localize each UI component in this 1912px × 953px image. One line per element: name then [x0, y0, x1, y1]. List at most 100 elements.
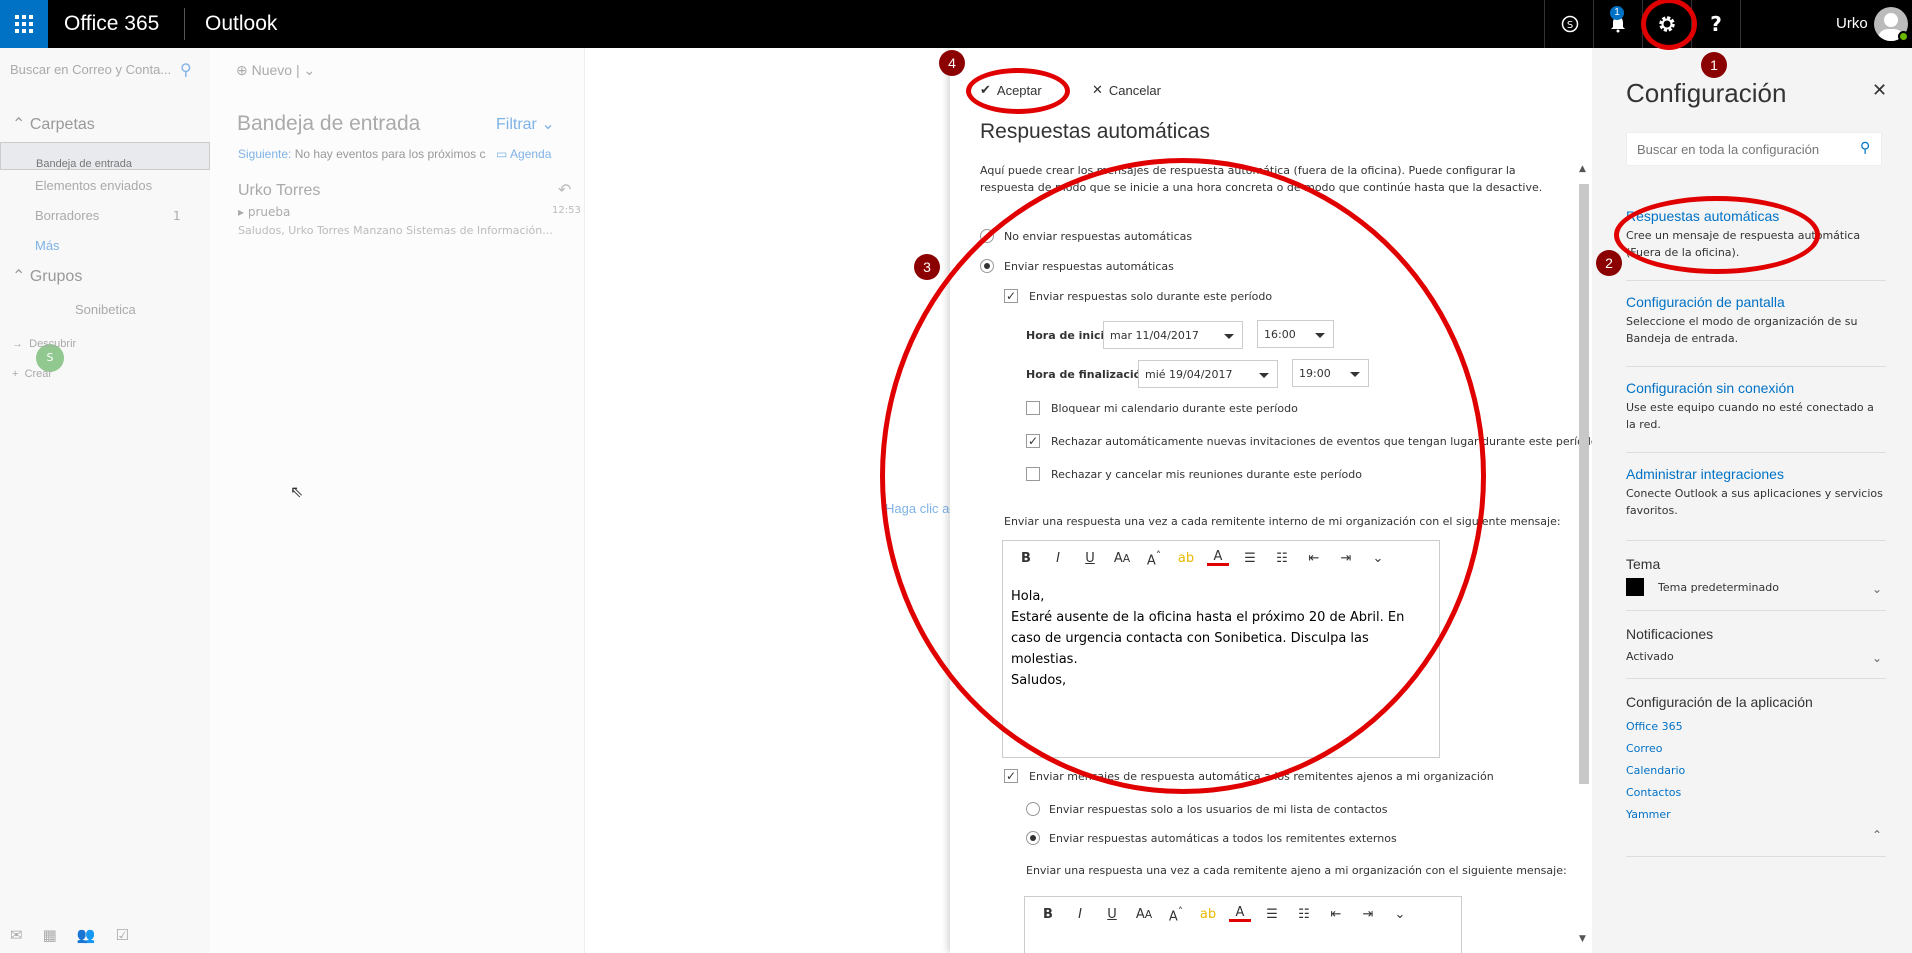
divider: [1626, 540, 1886, 541]
ext-contacts-radio[interactable]: [1026, 802, 1040, 816]
settings-item-desc: Use este equipo cuando no esté conectado…: [1626, 401, 1874, 431]
plus-icon: +: [12, 368, 19, 380]
close-icon[interactable]: ✕: [1872, 80, 1887, 101]
page-title: Respuestas automáticas: [980, 120, 1210, 143]
chevron-up-icon: ⌃: [12, 116, 26, 133]
settings-item-integrations[interactable]: Administrar integraciones Conecte Outloo…: [1626, 466, 1886, 519]
sidebar-item-inbox[interactable]: Bandeja de entrada: [0, 142, 210, 170]
divider: [1626, 280, 1886, 281]
mail-icon[interactable]: ✉: [10, 926, 23, 944]
annotation-number-2: 2: [1596, 250, 1622, 276]
next-events: Siguiente: No hay eventos para los próxi…: [238, 147, 486, 161]
message-time: 12:53: [552, 205, 581, 216]
chevron-down-icon[interactable]: ⌄: [1872, 582, 1882, 596]
app-link-contacts[interactable]: Contactos: [1626, 786, 1681, 799]
divider: [1626, 856, 1886, 857]
username[interactable]: Urko: [1836, 15, 1868, 32]
settings-pane: Configuración ✕ Buscar en toda la config…: [1592, 48, 1912, 953]
settings-item-title[interactable]: Configuración sin conexión: [1626, 380, 1886, 396]
message-preview: Saludos, Urko Torres Manzano Sistemas de…: [238, 224, 553, 237]
theme-swatch[interactable]: [1626, 578, 1644, 596]
annotation-circle-1: [1641, 0, 1697, 50]
annotation-number-4: 4: [939, 50, 965, 76]
create-link[interactable]: + Crear: [12, 368, 52, 380]
left-navigation: Buscar en Correo y Conta... ⚲ ⌃ Carpetas…: [0, 48, 210, 953]
ext-all-radio[interactable]: [1026, 831, 1040, 845]
sidebar-item-drafts[interactable]: Borradores: [35, 208, 99, 223]
module-switcher: ✉ ▦ 👥 ☑: [10, 926, 129, 944]
app-link-mail[interactable]: Correo: [1626, 742, 1663, 755]
scrollbar[interactable]: ▲ ▼: [1577, 164, 1591, 944]
underline-icon[interactable]: U: [1101, 907, 1123, 922]
highlight-icon[interactable]: ab: [1197, 907, 1219, 922]
external-reply-checkbox[interactable]: ✓: [1004, 769, 1018, 783]
message-sender[interactable]: Urko Torres: [238, 182, 320, 200]
app-link-office365[interactable]: Office 365: [1626, 720, 1683, 733]
annotation-circle-3: [880, 158, 1486, 794]
filter-button[interactable]: Filtrar ⌄: [496, 114, 555, 134]
skype-icon[interactable]: S: [1546, 0, 1594, 48]
bullets-icon[interactable]: ☰: [1261, 907, 1283, 922]
divider: [1626, 452, 1886, 453]
scroll-up-icon[interactable]: ▲: [1579, 164, 1586, 174]
annotation-circle-2: [1614, 196, 1820, 274]
presence-indicator: [1898, 31, 1909, 42]
external-message-editor[interactable]: B I U AA A˄ ab A ☰ ☷ ⇤ ⇥ ⌄: [1024, 896, 1462, 953]
search-icon[interactable]: ⚲: [1860, 140, 1870, 156]
cancel-button[interactable]: ✕ Cancelar: [1092, 82, 1161, 98]
numbering-icon[interactable]: ☷: [1293, 907, 1315, 922]
agenda-link[interactable]: ▭ Agenda: [496, 147, 551, 161]
folders-header[interactable]: ⌃ Carpetas: [12, 114, 95, 134]
message-list: ⊕ Nuevo | ⌄ Bandeja de entrada Filtrar ⌄…: [210, 48, 585, 953]
settings-item-title[interactable]: Administrar integraciones: [1626, 466, 1886, 482]
office-365-brand[interactable]: Office 365: [64, 12, 159, 36]
tasks-icon[interactable]: ☑: [115, 926, 128, 944]
outlook-app-name[interactable]: Outlook: [205, 12, 277, 36]
sidebar-item-more[interactable]: Más: [35, 238, 60, 253]
settings-item-offline[interactable]: Configuración sin conexión Use este equi…: [1626, 380, 1886, 433]
discover-link[interactable]: → Descubrir: [12, 338, 76, 350]
settings-search-input[interactable]: Buscar en toda la configuración: [1626, 132, 1882, 166]
sidebar-item-sonibetica[interactable]: Sonibetica: [75, 302, 136, 317]
groups-header[interactable]: ⌃ Grupos: [12, 266, 82, 286]
message-subject[interactable]: ▸ prueba: [238, 205, 290, 219]
chevron-down-icon[interactable]: ⌄: [1389, 907, 1411, 922]
calendar-icon: ▭: [496, 147, 508, 161]
italic-icon[interactable]: I: [1069, 907, 1091, 922]
app-link-yammer[interactable]: Yammer: [1626, 808, 1671, 821]
divider: [1544, 0, 1545, 48]
new-button[interactable]: ⊕ Nuevo | ⌄: [236, 62, 315, 79]
search-input[interactable]: Buscar en Correo y Conta...: [10, 62, 171, 77]
scrollbar-thumb[interactable]: [1579, 184, 1589, 784]
chevron-down-icon[interactable]: ⌄: [1872, 651, 1882, 665]
app-link-calendar[interactable]: Calendario: [1626, 764, 1685, 777]
outdent-icon[interactable]: ⇤: [1325, 907, 1347, 922]
divider: [1626, 610, 1886, 611]
search-icon[interactable]: ⚲: [180, 60, 192, 79]
chevron-up-icon: ⌃: [12, 268, 26, 285]
app-launcher-icon[interactable]: [0, 0, 48, 48]
notifications-value[interactable]: Activado: [1626, 650, 1674, 663]
chevron-up-icon[interactable]: ⌃: [1872, 828, 1882, 842]
font-color-icon[interactable]: A: [1229, 906, 1251, 923]
app-settings-label: Configuración de la aplicación: [1626, 694, 1813, 710]
mouse-cursor: ⇖: [290, 482, 304, 501]
bold-icon[interactable]: B: [1037, 907, 1059, 922]
help-icon[interactable]: ?: [1692, 0, 1740, 48]
scroll-down-icon[interactable]: ▼: [1579, 934, 1586, 944]
indent-icon[interactable]: ⇥: [1357, 907, 1379, 922]
drafts-count: 1: [173, 209, 181, 223]
divider: [1740, 0, 1741, 48]
grow-font-icon[interactable]: A˄: [1165, 905, 1187, 924]
settings-item-display[interactable]: Configuración de pantalla Seleccione el …: [1626, 294, 1886, 347]
people-icon[interactable]: 👥: [77, 926, 96, 944]
sidebar-item-sent[interactable]: Elementos enviados: [35, 178, 152, 193]
font-size-icon[interactable]: AA: [1133, 907, 1155, 922]
chevron-down-icon: ⌄: [541, 116, 555, 133]
theme-value[interactable]: Tema predeterminado: [1658, 581, 1779, 594]
external-message-label: Enviar una respuesta una vez a cada remi…: [1026, 864, 1567, 877]
format-toolbar: B I U AA A˄ ab A ☰ ☷ ⇤ ⇥ ⌄: [1037, 905, 1411, 924]
settings-item-title[interactable]: Configuración de pantalla: [1626, 294, 1886, 310]
divider: [184, 8, 185, 40]
calendar-icon[interactable]: ▦: [43, 926, 57, 944]
